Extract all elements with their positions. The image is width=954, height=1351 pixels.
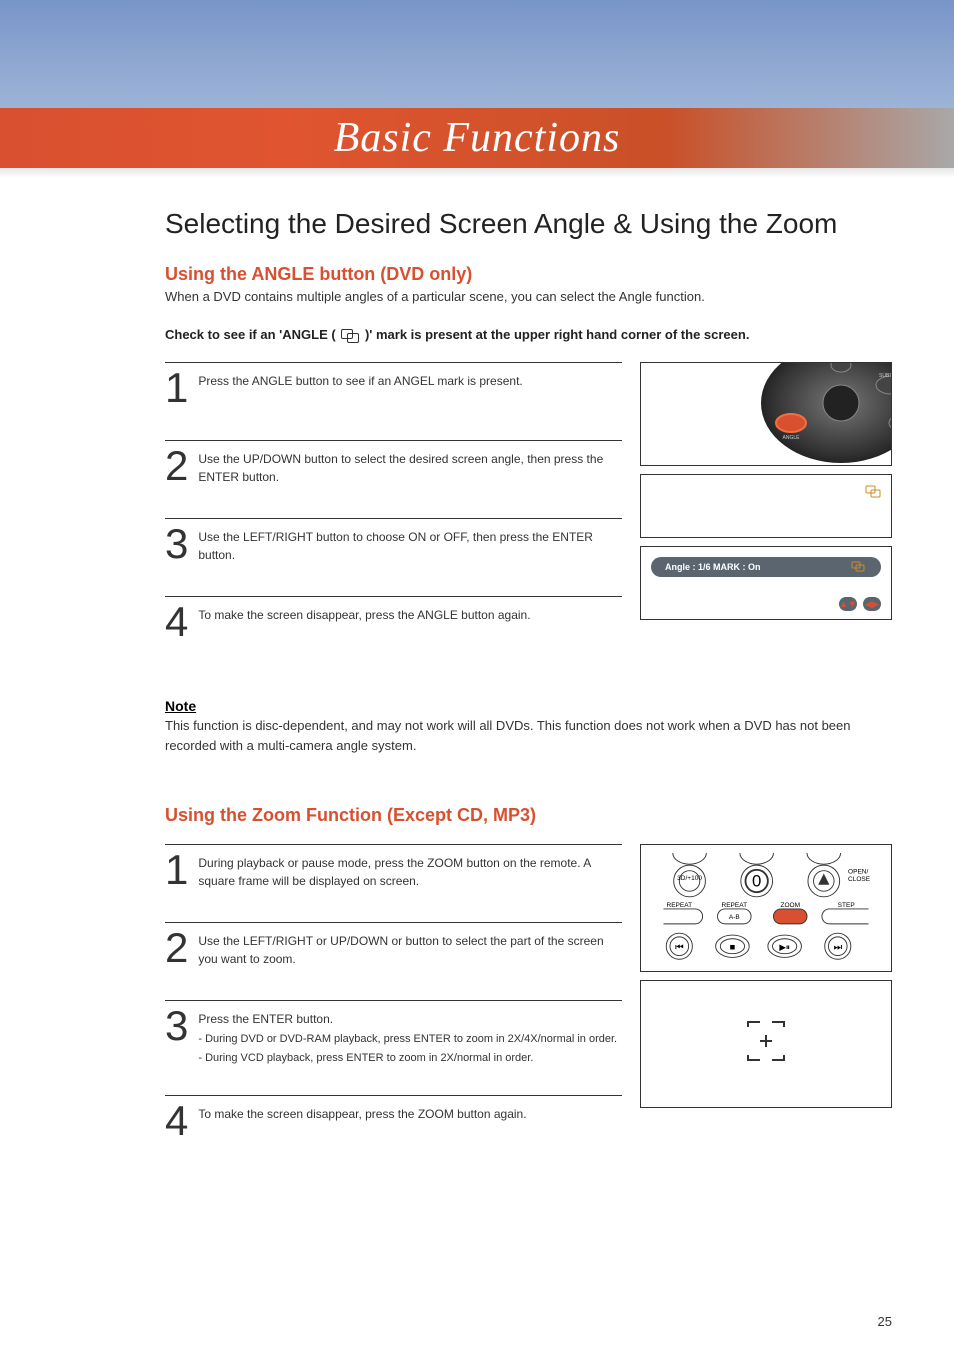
nav-updown-icon: ▲▼ xyxy=(839,597,857,611)
title-banner: Basic Functions xyxy=(0,108,954,168)
screen-diagram-1 xyxy=(640,474,892,538)
zoom-step-2-text: Use the LEFT/RIGHT or UP/DOWN or button … xyxy=(198,929,622,968)
page-title: Basic Functions xyxy=(334,114,621,162)
open-close-label: OPEN/ xyxy=(848,869,868,876)
zoom-step-4: 4 To make the screen disappear, press th… xyxy=(165,1095,622,1145)
step-number-1: 1 xyxy=(165,369,188,407)
screen-diagram-2: Angle : 1/6 MARK : On ▲▼ ◀▶ xyxy=(640,546,892,620)
angle-status-bar: Angle : 1/6 MARK : On xyxy=(651,557,881,577)
zoom-step-number-1: 1 xyxy=(165,851,188,889)
remote-zoom-diagram: 3D/+100 0 OPEN/ CLOSE REPEAT REPEAT A-B … xyxy=(640,844,892,972)
section-title: Selecting the Desired Screen Angle & Usi… xyxy=(165,208,892,240)
nav-arrows: ▲▼ ◀▶ xyxy=(839,597,881,611)
content-area: Selecting the Desired Screen Angle & Usi… xyxy=(0,168,954,1173)
nav-leftright-icon: ◀▶ xyxy=(863,597,881,611)
check-note-post: )' mark is present at the upper right ha… xyxy=(365,327,750,342)
zoom-step-number-4: 4 xyxy=(165,1102,188,1140)
zoom-step-number-2: 2 xyxy=(165,929,188,967)
angle-step-3-text: Use the LEFT/RIGHT button to choose ON o… xyxy=(198,525,622,564)
crosshair-icon xyxy=(738,1019,794,1069)
zero-label: 0 xyxy=(752,872,761,891)
three-d-label: 3D/+100 xyxy=(677,875,702,882)
angle-steps-left: 1 Press the ANGLE button to see if an AN… xyxy=(165,362,622,674)
step-number-2: 2 xyxy=(165,447,188,485)
svg-text:CLOSE: CLOSE xyxy=(848,876,871,883)
repeat-ab-label: REPEAT xyxy=(722,902,748,909)
angle-label: ANGLE xyxy=(783,435,801,441)
angle-step-3: 3 Use the LEFT/RIGHT button to choose ON… xyxy=(165,518,622,568)
zoom-steps-left: 1 During playback or pause mode, press t… xyxy=(165,844,622,1173)
zoom-crosshair-diagram xyxy=(640,980,892,1108)
angle-icon xyxy=(339,327,361,343)
zoom-step-2: 2 Use the LEFT/RIGHT or UP/DOWN or butto… xyxy=(165,922,622,972)
angle-bar-icon xyxy=(851,561,867,573)
ab-label: A-B xyxy=(729,914,740,921)
repeat-label: REPEAT xyxy=(667,902,693,909)
step-number-4: 4 xyxy=(165,603,188,641)
subtitle-label: SUBTITLE xyxy=(879,373,892,379)
step-number-3: 3 xyxy=(165,525,188,563)
note-text: This function is disc-dependent, and may… xyxy=(165,716,892,755)
zoom-label: ZOOM xyxy=(780,902,800,909)
angle-subsection-title: Using the ANGLE button (DVD only) xyxy=(165,264,892,285)
zoom-step-number-3: 3 xyxy=(165,1007,188,1045)
zoom-step-4-text: To make the screen disappear, press the … xyxy=(198,1102,526,1123)
angle-bar-text: Angle : 1/6 MARK : On xyxy=(665,562,851,572)
step-label: STEP xyxy=(838,902,855,909)
zoom-step-3-main: Press the ENTER button. xyxy=(198,1012,333,1026)
zoom-subsection-title: Using the Zoom Function (Except CD, MP3) xyxy=(165,805,892,826)
remote-diagram: CLEAR SUBTITLE ANGLE AUDIO xyxy=(640,362,892,466)
angle-mark-icon xyxy=(865,485,883,502)
zoom-step-3-text: Press the ENTER button. - During DVD or … xyxy=(198,1007,617,1067)
angle-step-1: 1 Press the ANGLE button to see if an AN… xyxy=(165,362,622,412)
angle-check-note: Check to see if an 'ANGLE ( )' mark is p… xyxy=(165,325,892,345)
angle-step-1-text: Press the ANGLE button to see if an ANGE… xyxy=(198,369,522,390)
prev-icon: ⏮ xyxy=(675,942,683,952)
angle-steps-container: 1 Press the ANGLE button to see if an AN… xyxy=(165,362,892,674)
angle-subsection-desc: When a DVD contains multiple angles of a… xyxy=(165,287,892,307)
angle-step-4-text: To make the screen disappear, press the … xyxy=(198,603,530,624)
note-heading: Note xyxy=(165,698,892,714)
remote-dial-svg: CLEAR SUBTITLE ANGLE AUDIO xyxy=(711,362,892,466)
stop-icon: ■ xyxy=(730,942,736,952)
zoom-diagrams: 3D/+100 0 OPEN/ CLOSE REPEAT REPEAT A-B … xyxy=(640,844,892,1173)
angle-step-4: 4 To make the screen disappear, press th… xyxy=(165,596,622,646)
zoom-step-1-text: During playback or pause mode, press the… xyxy=(198,851,622,890)
check-note-pre: Check to see if an 'ANGLE ( xyxy=(165,327,336,342)
next-icon: ⏭ xyxy=(834,942,842,952)
angle-step-2-text: Use the UP/DOWN button to select the des… xyxy=(198,447,622,486)
zoom-step-1: 1 During playback or pause mode, press t… xyxy=(165,844,622,894)
page-number: 25 xyxy=(878,1314,892,1329)
zoom-step-3-sub1: - During DVD or DVD-RAM playback, press … xyxy=(198,1032,617,1047)
top-banner xyxy=(0,0,954,108)
play-icon: ▶⏸ xyxy=(779,942,790,952)
angle-step-2: 2 Use the UP/DOWN button to select the d… xyxy=(165,440,622,490)
zoom-step-3: 3 Press the ENTER button. - During DVD o… xyxy=(165,1000,622,1067)
angle-diagrams: CLEAR SUBTITLE ANGLE AUDIO xyxy=(640,362,892,674)
zoom-step-3-sub2: - During VCD playback, press ENTER to zo… xyxy=(198,1051,617,1066)
zoom-steps-container: 1 During playback or pause mode, press t… xyxy=(165,844,892,1173)
remote-zoom-svg: 3D/+100 0 OPEN/ CLOSE REPEAT REPEAT A-B … xyxy=(649,853,883,963)
